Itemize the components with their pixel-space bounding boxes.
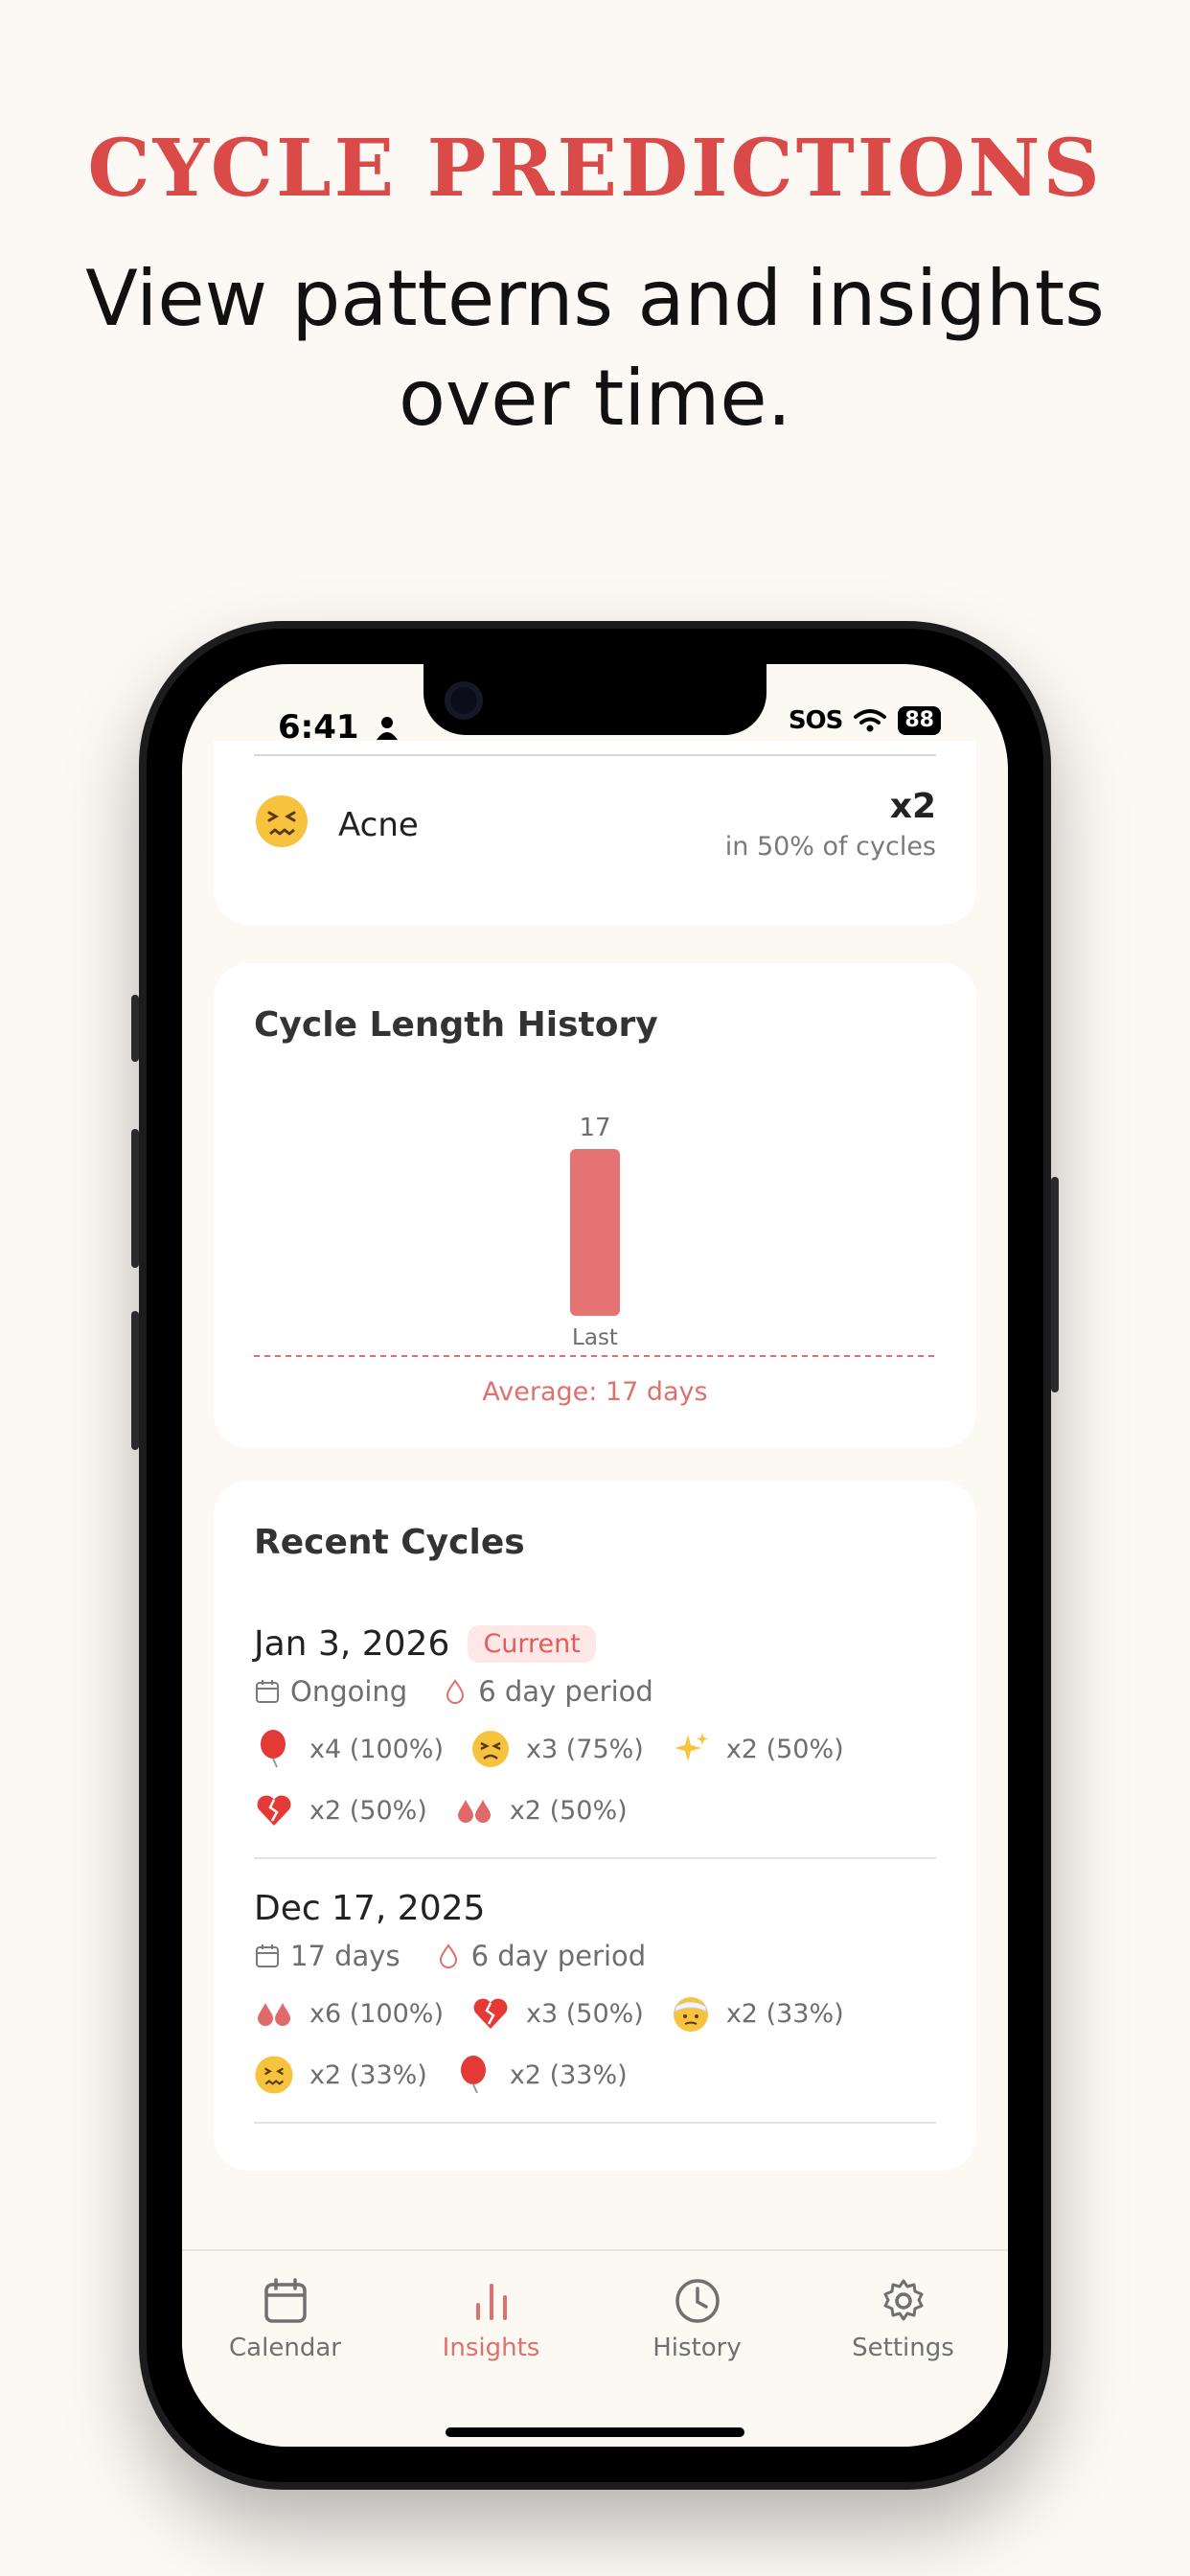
- cycle-date: Dec 17, 2025: [254, 1889, 486, 1928]
- symptom-chip: x2 (33%): [254, 2055, 427, 2095]
- cycle-entry[interactable]: Jan 3, 2026 Current Ongoing 6 day period…: [254, 1624, 936, 1859]
- hero-title: View patterns and insights over time.: [85, 254, 1105, 443]
- home-indicator: [446, 2427, 744, 2437]
- cycle-length: 17 days: [290, 1940, 400, 1972]
- broken-heart-emoji: [473, 1998, 508, 2029]
- tab-settings[interactable]: Settings: [800, 2276, 1006, 2362]
- divider: [254, 754, 936, 756]
- clock-icon: [675, 2279, 720, 2323]
- symptom-chip: x6 (100%): [254, 1993, 444, 2034]
- calendar-icon: [263, 2278, 307, 2323]
- symptom-card: Acne x2 in 50% of cycles: [214, 741, 976, 925]
- symptom-chip: x2 (50%): [454, 1790, 628, 1830]
- symptom-stat: x3 (75%): [526, 1734, 644, 1764]
- front-camera: [445, 681, 483, 720]
- symptom-stat: x2 (33%): [725, 1998, 844, 2029]
- tab-bar: Calendar Insights History Settings: [182, 2249, 1008, 2447]
- symptom-stat: x3 (50%): [526, 1998, 644, 2029]
- bandaged-head-emoji: [673, 1997, 708, 2032]
- cycle-length-card: Cycle Length History 17 Last Average: 17 …: [214, 963, 976, 1448]
- symptom-count: x2: [889, 787, 936, 826]
- sos-indicator: SOS: [788, 706, 844, 735]
- volume-down-button: [131, 1311, 139, 1450]
- symptom-frequency: in 50% of cycles: [724, 832, 936, 862]
- phone-frame: Acne x2 in 50% of cycles Cycle Length Hi…: [131, 621, 1059, 2490]
- period-length: 6 day period: [478, 1675, 653, 1708]
- symptom-stat: x2 (33%): [309, 2059, 427, 2090]
- average-label: Average: 17 days: [482, 1377, 708, 1407]
- broken-heart-emoji: [257, 1795, 291, 1826]
- gear-icon: [883, 2279, 923, 2321]
- symptom-stat: x4 (100%): [309, 1734, 444, 1764]
- wifi-icon: [854, 709, 887, 732]
- tab-calendar[interactable]: Calendar: [182, 2276, 388, 2362]
- period-length: 6 day period: [470, 1940, 647, 1972]
- category-label: Last: [572, 1325, 618, 1350]
- drop-icon: [446, 1679, 465, 1704]
- tab-insights[interactable]: Insights: [388, 2276, 594, 2362]
- divider: [254, 1857, 936, 1859]
- tab-label: Settings: [852, 2334, 954, 2362]
- sparkles-emoji: [674, 1733, 708, 1761]
- symptom-stat: x2 (33%): [509, 2059, 628, 2090]
- bar-value-label: 17: [579, 1114, 610, 1142]
- cycle-length: Ongoing: [290, 1675, 408, 1708]
- symptom-chip: x2 (50%): [671, 1729, 844, 1769]
- symptom-chip: x3 (75%): [470, 1729, 644, 1769]
- status-time: 6:41: [278, 708, 359, 747]
- calendar-icon: [256, 1680, 279, 1703]
- mute-switch: [131, 995, 139, 1062]
- divider: [254, 2122, 936, 2124]
- balloon-emoji: [261, 1730, 286, 1768]
- balloon-emoji: [460, 2056, 486, 2094]
- symptom-chip: x3 (50%): [470, 1993, 644, 2034]
- tab-history[interactable]: History: [594, 2276, 800, 2362]
- symptom-chip: x2 (33%): [671, 1993, 844, 2034]
- phone-screen: Acne x2 in 50% of cycles Cycle Length Hi…: [182, 664, 1008, 2447]
- recent-cycles-card: Recent Cycles Jan 3, 2026 Current Ongoin…: [214, 1481, 976, 2171]
- symptom-label: Acne: [338, 806, 419, 844]
- cycle-date: Jan 3, 2026: [254, 1624, 450, 1664]
- volume-up-button: [131, 1129, 139, 1268]
- calendar-icon: [256, 1944, 279, 1967]
- confounded-face-emoji: [255, 2056, 293, 2094]
- symptom-chip: x2 (33%): [454, 2055, 628, 2095]
- drop-icon: [439, 1944, 457, 1968]
- confounded-face-emoji: [256, 795, 308, 847]
- current-badge: Current: [468, 1625, 596, 1663]
- person-icon: [377, 717, 398, 740]
- symptom-stat: x2 (50%): [725, 1734, 844, 1764]
- hero-eyebrow: CYCLE PREDICTIONS: [87, 123, 1103, 215]
- power-button: [1051, 1177, 1059, 1392]
- symptom-stat: x2 (50%): [509, 1795, 628, 1826]
- symptom-stat: x2 (50%): [309, 1795, 427, 1826]
- persevering-face-emoji: [472, 1731, 509, 1767]
- tab-label: Calendar: [229, 2334, 341, 2362]
- symptom-stat: x6 (100%): [309, 1998, 444, 2029]
- drops-emoji: [457, 1800, 491, 1823]
- battery-indicator: 88: [898, 706, 941, 735]
- status-icons: SOS 88: [789, 706, 941, 735]
- tab-label: Insights: [442, 2334, 540, 2362]
- cycle-length-chart: 17 Last: [254, 1114, 936, 1357]
- tab-label: History: [652, 2334, 742, 2362]
- cycle-entry[interactable]: Dec 17, 2025 17 days 6 day period x6 (10…: [254, 1889, 936, 2124]
- card-title: Recent Cycles: [254, 1523, 525, 1562]
- symptom-chip: x2 (50%): [254, 1790, 427, 1830]
- symptom-chip: x4 (100%): [254, 1729, 444, 1769]
- bar-chart-icon: [475, 2284, 507, 2320]
- drops-emoji: [258, 2003, 290, 2026]
- cycle-length-bar: [570, 1149, 620, 1316]
